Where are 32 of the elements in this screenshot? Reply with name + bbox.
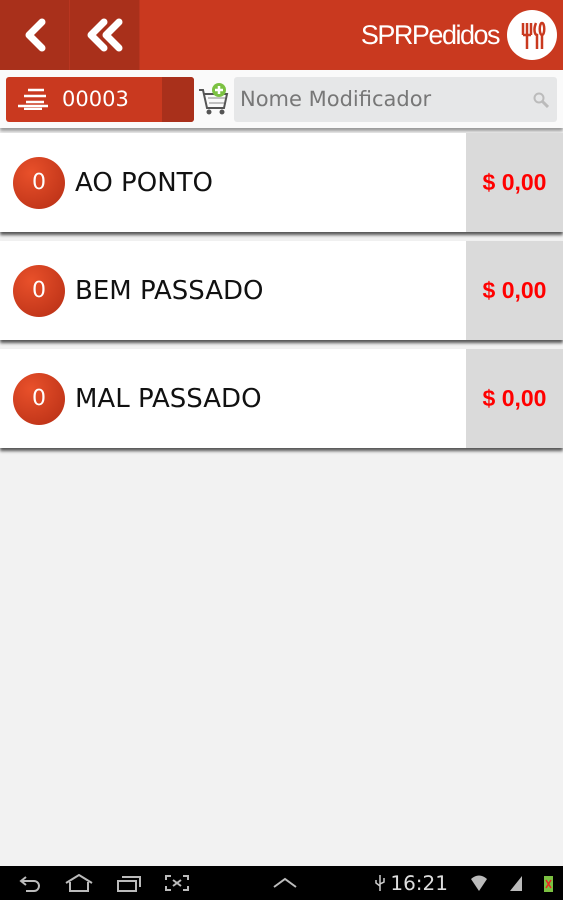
item-name: MAL PASSADO — [75, 384, 263, 414]
screenshot-icon[interactable] — [164, 874, 190, 892]
back-button[interactable] — [0, 0, 70, 70]
modifier-item[interactable]: 0 MAL PASSADO $ 0,00 — [0, 349, 563, 448]
item-price: $ 0,00 — [466, 241, 563, 340]
item-name: BEM PASSADO — [75, 276, 265, 306]
quantity-badge: 0 — [13, 372, 65, 424]
recent-apps-icon[interactable] — [116, 874, 142, 892]
item-price: $ 0,00 — [466, 133, 563, 232]
signal-icon — [510, 874, 522, 892]
cart-add-icon[interactable] — [198, 82, 230, 116]
order-number-button[interactable]: 00003 — [6, 76, 194, 122]
menu-lines-icon — [16, 88, 50, 110]
wifi-icon — [470, 874, 488, 892]
modifier-item[interactable]: 0 AO PONTO $ 0,00 — [0, 133, 563, 232]
quantity-badge: 0 — [13, 264, 65, 316]
app-logo-text: SPRPedidos — [360, 20, 499, 50]
modifier-item[interactable]: 0 BEM PASSADO $ 0,00 — [0, 241, 563, 340]
cutlery-icon — [507, 10, 557, 60]
back-all-button[interactable] — [70, 0, 140, 70]
item-price: $ 0,00 — [466, 349, 563, 448]
back-icon[interactable] — [18, 874, 42, 892]
chevron-up-icon[interactable] — [272, 876, 298, 890]
item-name: AO PONTO — [75, 168, 214, 198]
usb-icon — [374, 874, 386, 892]
quantity-badge: 0 — [13, 156, 65, 208]
home-icon[interactable] — [64, 874, 94, 892]
search-field[interactable]: Nome Modificador — [234, 76, 557, 122]
clock-time: 16:21 — [390, 871, 448, 895]
search-icon — [533, 92, 549, 108]
battery-icon — [544, 874, 553, 892]
double-chevron-left-icon — [84, 18, 124, 52]
